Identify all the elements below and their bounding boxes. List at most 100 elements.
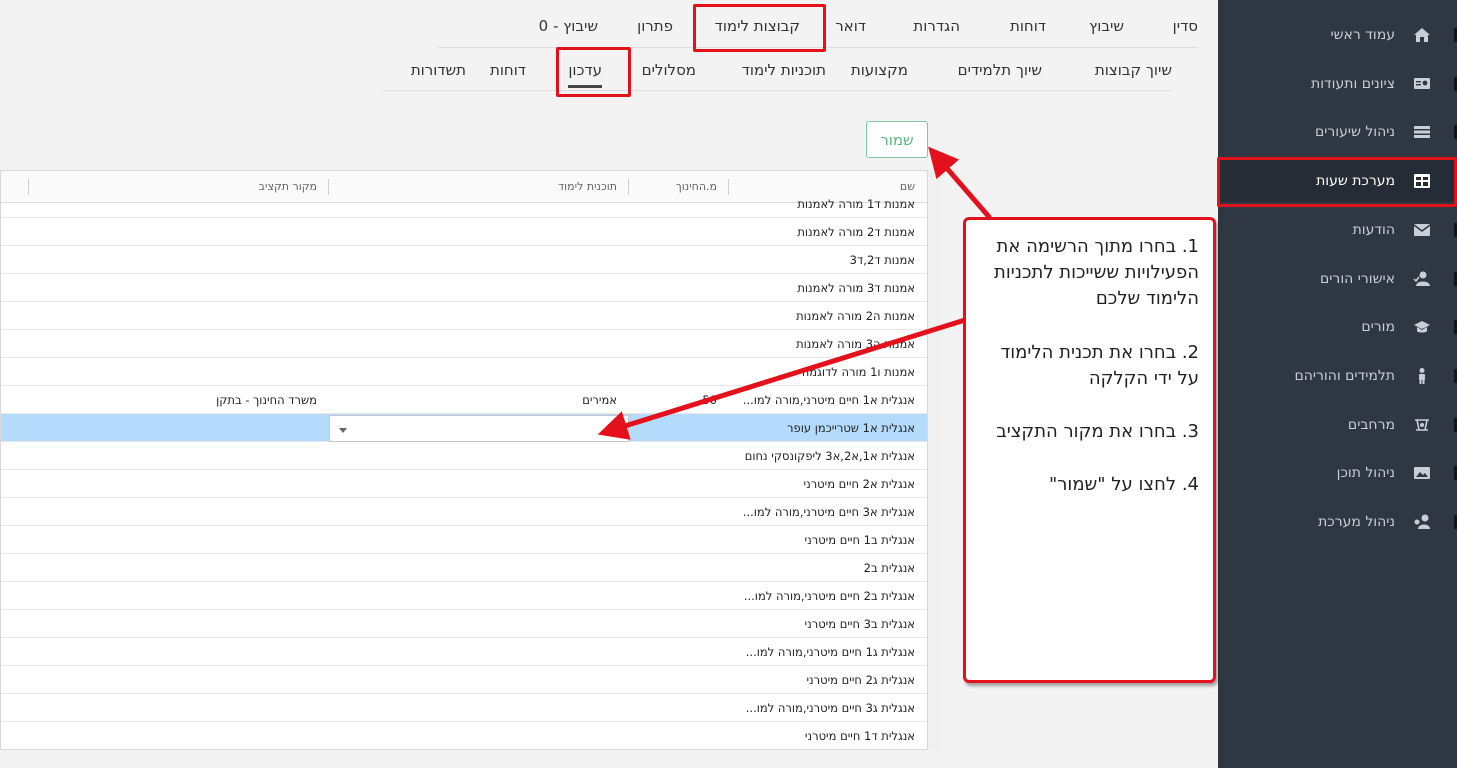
user-gear-icon — [1413, 513, 1431, 531]
cell-name: אמנות ד1 מורה לאמנות — [797, 197, 915, 211]
subtab-group-assign[interactable]: שיוך קבוצות — [1095, 61, 1172, 79]
certificate-icon — [1413, 75, 1431, 93]
table-row[interactable]: אנגלית ג1 חיים מיטרני,מורה למו... — [1, 638, 927, 666]
table-row[interactable]: אנגלית ג2 חיים מיטרני — [1, 666, 927, 694]
sidebar-item-label: ניהול שיעורים — [1314, 124, 1395, 141]
user-check-icon — [1413, 270, 1431, 288]
activities-grid: שם מ.החינוך תוכנית לימוד מקור תקציב אמנו… — [0, 170, 928, 750]
cell-name: אנגלית ב2 חיים מיטרני,מורה למו... — [743, 589, 915, 603]
sidebar-item-list[interactable]: ניהול שיעורים — [1218, 111, 1457, 153]
cell-name: אנגלית ב3 חיים מיטרני — [804, 617, 915, 631]
sidebar-item-spaces[interactable]: מרחבים — [1218, 404, 1457, 446]
spaces-icon — [1413, 416, 1431, 434]
instruction-step-4: 4. לחצו על "שמור" — [1048, 474, 1199, 495]
tab-solution[interactable]: פתרון — [637, 17, 673, 35]
cell-name: אמנות ה3 מורה לאמנות — [796, 337, 915, 351]
cell-name: אמנות ד3 מורה לאמנות — [797, 281, 915, 295]
instruction-note: 1. בחרו מתוך הרשימה את הפעילויות ששייכות… — [963, 217, 1216, 683]
cell-name: אנגלית א2 חיים מיטרני — [803, 477, 915, 491]
cell-name: אמנות ד2,ד3 — [849, 253, 915, 267]
table-row[interactable]: אמנות ו1 מורה לדוגמה — [1, 358, 927, 386]
sidebar-item-graduation-cap[interactable]: מורים — [1218, 306, 1457, 348]
cell-name: אנגלית א1 חיים מיטרני,מורה למו... — [742, 393, 915, 407]
list-icon — [1413, 123, 1431, 141]
table-row[interactable]: אמנות ד2 מורה לאמנות — [1, 218, 927, 246]
home-icon — [1413, 26, 1431, 44]
grid-rows: אמנות ד1 מורה לאמנות אמנות ד2 מורה לאמנות… — [1, 197, 927, 749]
cell-name: אנגלית ג3 חיים מיטרני,מורה למו... — [745, 701, 915, 715]
sidebar-item-label: מורים — [1361, 319, 1395, 336]
cell-name: אמנות ה2 מורה לאמנות — [796, 309, 915, 323]
sidebar-item-user-check[interactable]: אישורי הורים — [1218, 258, 1457, 300]
table-row[interactable]: אנגלית א2 חיים מיטרני — [1, 470, 927, 498]
sidebar-item-label: הודעות — [1352, 221, 1395, 238]
cell-source: משרד החינוך - בתקן — [216, 393, 317, 407]
tab-mail[interactable]: דואר — [835, 17, 866, 35]
table-row[interactable]: אמנות ד2,ד3 — [1, 246, 927, 274]
subtab-tracks[interactable]: מסלולים — [642, 61, 696, 79]
subtab-study-plans[interactable]: תוכניות לימוד — [742, 61, 826, 79]
cell-plan: אמירים — [582, 393, 617, 407]
sidebar-item-certificate[interactable]: ציונים ותעודות — [1218, 63, 1457, 105]
save-button[interactable]: שמור — [866, 121, 928, 158]
graduation-cap-icon — [1413, 318, 1431, 336]
sub-navigation: שיוך קבוצות שיוך תלמידים מקצועות תוכניות… — [382, 49, 1172, 91]
grid-scrollbar[interactable] — [928, 170, 942, 750]
envelope-icon — [1413, 221, 1431, 239]
child-icon — [1413, 367, 1431, 385]
study-plan-dropdown[interactable] — [329, 415, 629, 442]
tab-reports[interactable]: דוחות — [1010, 17, 1046, 35]
subtab-broadcasts[interactable]: תשדורות — [411, 61, 466, 79]
subtab-reports[interactable]: דוחות — [490, 61, 526, 79]
tab-sadin[interactable]: סדין — [1173, 17, 1198, 35]
table-row[interactable]: אנגלית א1 חיים מיטרני,מורה למו... 50 אמירי… — [1, 386, 927, 414]
cell-name: אמנות ד2 מורה לאמנות — [797, 225, 915, 239]
tab-shibutz[interactable]: שיבוץ — [1089, 17, 1124, 35]
table-row[interactable]: אנגלית ב2 חיים מיטרני,מורה למו... — [1, 582, 927, 610]
table-row[interactable]: אנגלית ג3 חיים מיטרני,מורה למו... — [1, 694, 927, 722]
table-row[interactable]: אמנות ה2 מורה לאמנות — [1, 302, 927, 330]
instruction-step-2: 2. בחרו את תכנית הלימוד על ידי הקלקה — [1000, 342, 1199, 389]
table-row[interactable]: אנגלית א1 שטרייכמן עופר — [1, 414, 927, 442]
tab-settings[interactable]: הגדרות — [913, 17, 960, 35]
sidebar-item-envelope[interactable]: הודעות — [1218, 209, 1457, 251]
cell-name: אנגלית ב2 — [863, 561, 915, 575]
sidebar-item-label: ניהול מערכת — [1318, 514, 1395, 530]
table-row[interactable]: אמנות ד3 מורה לאמנות — [1, 274, 927, 302]
table-row[interactable]: אמנות ה3 מורה לאמנות — [1, 330, 927, 358]
table-row[interactable]: אמנות ד1 מורה לאמנות — [1, 190, 927, 218]
sidebar-item-child[interactable]: תלמידים והוריהם — [1218, 355, 1457, 397]
cell-name: אנגלית ג1 חיים מיטרני,מורה למו... — [745, 645, 915, 659]
table-row[interactable]: אנגלית ד1 חיים מיטרני — [1, 722, 927, 749]
sidebar-item-user-gear[interactable]: ניהול מערכת — [1218, 501, 1457, 543]
sidebar-item-home[interactable]: עמוד ראשי — [1218, 14, 1457, 56]
table-row[interactable]: אנגלית א1,א2,א3 ליפקונסקי נחום — [1, 442, 927, 470]
sidebar-item-label: ציונים ותעודות — [1311, 75, 1395, 92]
chevron-down-icon[interactable] — [339, 428, 347, 433]
cell-name: אנגלית ג2 חיים מיטרני — [806, 673, 915, 687]
highlight-timetable — [1217, 157, 1457, 207]
table-row[interactable]: אנגלית ב3 חיים מיטרני — [1, 610, 927, 638]
highlight-update-tab — [556, 47, 631, 97]
subtab-subjects[interactable]: מקצועות — [851, 61, 908, 79]
cell-name: אנגלית ב1 חיים מיטרני — [804, 533, 915, 547]
cell-name: אנגלית א1,א2,א3 ליפקונסקי נחום — [744, 449, 915, 463]
sidebar: עמוד ראשי ציונים ותעודות ניהול שיעורים מערכ… — [1218, 0, 1457, 768]
subtab-student-assign[interactable]: שיוך תלמידים — [958, 61, 1042, 79]
highlight-study-groups — [693, 4, 826, 52]
cell-edu: 50 — [702, 393, 717, 407]
instruction-step-1: 1. בחרו מתוך הרשימה את הפעילויות ששייכות… — [994, 236, 1199, 309]
sidebar-item-label: עמוד ראשי — [1330, 27, 1396, 43]
tab-shibutz-count[interactable]: שיבוץ - 0 — [539, 17, 598, 35]
table-row[interactable]: אנגלית א3 חיים מיטרני,מורה למו... — [1, 498, 927, 526]
cell-name: אנגלית א3 חיים מיטרני,מורה למו... — [742, 505, 915, 519]
cell-name: אנגלית ד1 חיים מיטרני — [804, 729, 915, 743]
table-row[interactable]: אנגלית ב2 — [1, 554, 927, 582]
sidebar-item-label: תלמידים והוריהם — [1294, 367, 1395, 384]
table-row[interactable]: אנגלית ב1 חיים מיטרני — [1, 526, 927, 554]
cell-name: אנגלית א1 שטרייכמן עופר — [787, 421, 915, 435]
sidebar-item-label: אישורי הורים — [1320, 270, 1395, 287]
image-icon — [1413, 464, 1431, 482]
sidebar-item-image[interactable]: ניהול תוכן — [1218, 452, 1457, 494]
sidebar-item-label: מרחבים — [1347, 416, 1395, 433]
